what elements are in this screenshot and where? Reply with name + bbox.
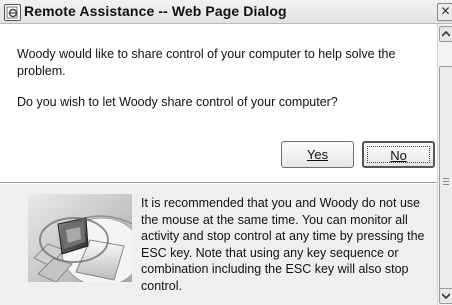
window-title: Remote Assistance -- Web Page Dialog	[24, 3, 287, 19]
title-bar[interactable]: Remote Assistance -- Web Page Dialog ✕	[0, 0, 452, 24]
chevron-up-icon	[441, 30, 451, 39]
usage-advice-text: It is recommended that you and Woody do …	[141, 196, 425, 293]
chevron-down-icon	[441, 292, 451, 301]
yes-button[interactable]: Yes	[281, 141, 354, 168]
thumb-grip-line	[443, 184, 449, 185]
thumb-grip-line	[443, 181, 449, 182]
ie-page-icon	[4, 4, 21, 21]
mouse-and-keyboard-image	[28, 194, 132, 282]
scrollbar-thumb[interactable]	[439, 66, 452, 300]
scroll-up-button[interactable]	[439, 26, 452, 42]
close-icon: ✕	[440, 4, 451, 18]
no-button[interactable]: No	[362, 141, 435, 168]
share-request-message: Woody would like to share control of you…	[17, 47, 396, 78]
share-question: Do you wish to let Woody share control o…	[17, 95, 338, 109]
focus-rectangle	[367, 146, 430, 163]
close-button[interactable]: ✕	[437, 3, 452, 21]
scroll-down-button[interactable]	[439, 288, 452, 304]
yes-button-label: Yes	[306, 147, 329, 162]
thumb-grip-line	[443, 178, 449, 179]
vertical-scrollbar[interactable]	[437, 24, 452, 305]
